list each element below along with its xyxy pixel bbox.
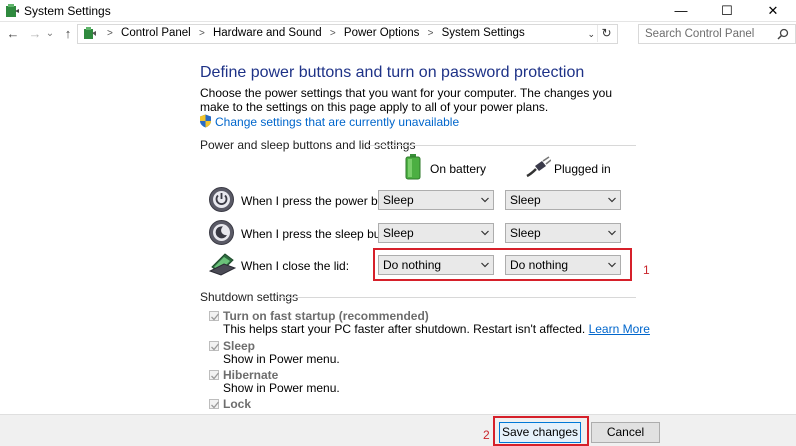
save-button-highlight	[493, 416, 589, 446]
chevron-down-icon	[481, 230, 489, 236]
sleep-button-icon	[209, 220, 234, 245]
checkmark-icon	[211, 313, 220, 321]
page-title: Define power buttons and turn on passwor…	[200, 64, 585, 81]
search-input[interactable]	[645, 26, 775, 42]
minimize-button[interactable]: —	[658, 0, 704, 22]
callout-number-1: 1	[643, 263, 650, 277]
refresh-icon[interactable]: ↻	[597, 25, 615, 42]
lock-checkbox[interactable]	[209, 399, 220, 409]
navigation-bar: ← → ⌄ ↑ > Control Panel > Hardware and S…	[0, 22, 796, 46]
section-divider	[278, 297, 636, 298]
section-divider	[368, 145, 636, 146]
power-plug-icon	[526, 156, 551, 178]
power-button-battery-value: Sleep	[383, 193, 414, 207]
fast-startup-label: Turn on fast startup (recommended)	[223, 309, 429, 323]
address-dropdown-chevron-icon[interactable]: ⌄	[587, 26, 595, 42]
footer-bar	[0, 414, 796, 446]
sleep-option-description: Show in Power menu.	[223, 352, 340, 366]
chevron-down-icon	[608, 197, 616, 203]
close-button[interactable]: ✕	[750, 0, 796, 22]
maximize-button[interactable]: ☐	[704, 0, 750, 22]
on-battery-column-header: On battery	[430, 162, 487, 176]
sleep-button-plugged-select[interactable]: Sleep	[505, 223, 621, 243]
breadcrumb-hardware-and-sound[interactable]: Hardware and Sound	[213, 27, 322, 39]
checkmark-icon	[211, 401, 220, 409]
breadcrumb-separator-icon[interactable]: >	[428, 28, 434, 39]
power-button-battery-select[interactable]: Sleep	[378, 190, 494, 210]
power-options-icon	[6, 4, 19, 17]
up-arrow-icon[interactable]: ↑	[59, 24, 77, 44]
chevron-down-icon	[481, 197, 489, 203]
hibernate-checkbox[interactable]	[209, 370, 220, 380]
back-arrow-icon[interactable]: ←	[4, 24, 22, 44]
power-button-plugged-select[interactable]: Sleep	[505, 190, 621, 210]
breadcrumb: > Control Panel > Hardware and Sound > P…	[102, 27, 525, 39]
battery-icon	[405, 154, 421, 180]
lid-settings-highlight	[373, 248, 632, 281]
breadcrumb-separator-icon: >	[107, 28, 113, 39]
lock-option-label: Lock	[223, 397, 252, 411]
uac-shield-icon	[200, 114, 211, 128]
search-box[interactable]	[638, 24, 796, 44]
sleep-button-battery-value: Sleep	[383, 226, 414, 240]
sleep-checkbox[interactable]	[209, 341, 220, 351]
fast-startup-checkbox[interactable]	[209, 311, 220, 321]
checkmark-icon	[211, 372, 220, 380]
window-title: System Settings	[24, 4, 111, 18]
cancel-button[interactable]: Cancel	[591, 422, 660, 443]
hibernate-option-description: Show in Power menu.	[223, 381, 340, 395]
change-settings-link[interactable]: Change settings that are currently unava…	[215, 115, 459, 129]
fast-startup-description-text: This helps start your PC faster after sh…	[223, 322, 586, 336]
callout-number-2: 2	[483, 428, 490, 442]
hibernate-option-label: Hibernate	[223, 368, 279, 382]
sleep-option-label: Sleep	[223, 339, 256, 353]
power-button-icon	[209, 187, 234, 212]
breadcrumb-control-panel[interactable]: Control Panel	[121, 27, 191, 39]
recent-locations-chevron-icon[interactable]: ⌄	[44, 24, 56, 44]
title-bar: System Settings — ☐ ✕	[0, 0, 796, 22]
breadcrumb-power-options[interactable]: Power Options	[344, 27, 419, 39]
learn-more-link[interactable]: Learn More	[589, 322, 650, 336]
search-icon[interactable]	[777, 28, 789, 40]
checkmark-icon	[211, 343, 220, 351]
control-panel-icon	[84, 27, 96, 39]
laptop-lid-icon	[209, 253, 236, 276]
breadcrumb-separator-icon[interactable]: >	[199, 28, 205, 39]
fast-startup-description: This helps start your PC faster after sh…	[223, 322, 650, 336]
page-description: Choose the power settings that you want …	[200, 86, 613, 114]
address-bar[interactable]: > Control Panel > Hardware and Sound > P…	[77, 24, 618, 44]
breadcrumb-system-settings[interactable]: System Settings	[442, 27, 525, 39]
breadcrumb-separator-icon[interactable]: >	[330, 28, 336, 39]
plugged-in-column-header: Plugged in	[554, 162, 611, 176]
power-button-plugged-value: Sleep	[510, 193, 541, 207]
sleep-button-battery-select[interactable]: Sleep	[378, 223, 494, 243]
chevron-down-icon	[608, 230, 616, 236]
forward-arrow-icon[interactable]: →	[26, 24, 44, 44]
sleep-button-plugged-value: Sleep	[510, 226, 541, 240]
close-lid-label: When I close the lid:	[241, 259, 350, 273]
